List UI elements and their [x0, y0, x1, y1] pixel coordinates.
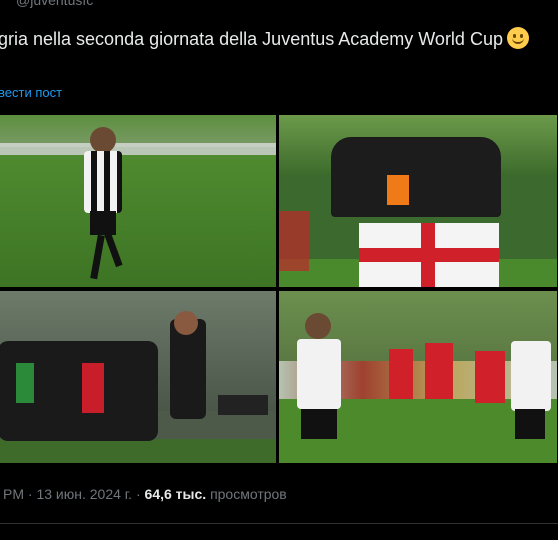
- views-count: 64,6 тыс.: [144, 486, 207, 502]
- timestamp-date[interactable]: 13 июн. 2024 г.: [36, 486, 132, 502]
- divider: [0, 523, 558, 524]
- views-label: просмотров: [210, 486, 287, 502]
- photo-team-georgian-flag[interactable]: [279, 115, 557, 287]
- smiling-face-emoji-icon: [506, 27, 529, 49]
- photo-kids-celebrating[interactable]: [0, 291, 276, 463]
- photo-boy-running[interactable]: [0, 115, 276, 287]
- meta-separator: ·: [27, 486, 33, 502]
- tweet-meta: PM · 13 июн. 2024 г. · 64,6 тыс. просмот…: [3, 486, 287, 502]
- meta-separator: ·: [135, 486, 141, 502]
- photo-kids-playing[interactable]: [279, 291, 557, 463]
- tweet-text: gria nella seconda giornata della Juvent…: [0, 27, 529, 51]
- media-grid[interactable]: [0, 115, 558, 465]
- tweet-text-content: gria nella seconda giornata della Juvent…: [0, 29, 503, 49]
- author-handle[interactable]: @juventusfc: [16, 0, 93, 8]
- timestamp-time[interactable]: PM: [3, 486, 24, 502]
- translate-post-link[interactable]: вести пост: [0, 85, 62, 100]
